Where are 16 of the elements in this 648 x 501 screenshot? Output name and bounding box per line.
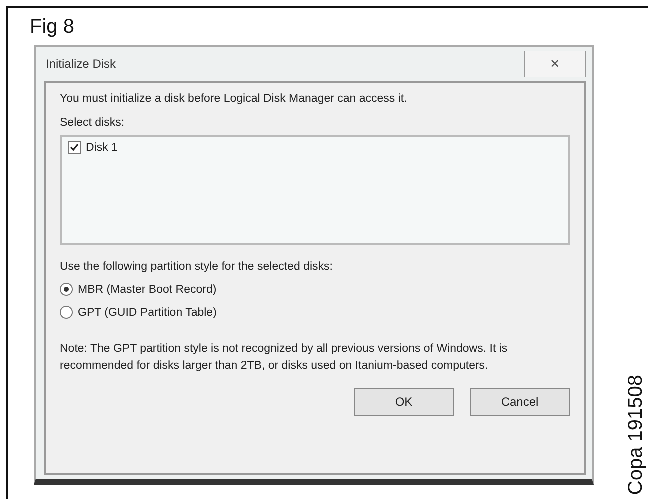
window-title: Initialize Disk [46,57,116,71]
ok-button[interactable]: OK [354,388,454,416]
disk-label: Disk 1 [86,142,118,154]
checkbox[interactable] [68,141,81,154]
note-text: Note: The GPT partition style is not recognized by all previous versions of Windows. It is recommended for disks larger than 2TB, or disks used on Itanium-based computers. [60,342,509,374]
partition-style-label: Use the following partition style for the selected disks: [60,261,334,273]
cancel-button[interactable]: Cancel [470,388,570,416]
radio-label: GPT (GUID Partition Table) [78,306,217,318]
radio-button[interactable] [60,283,73,296]
figure-caption: Fig 8 [30,16,76,39]
radio-button[interactable] [60,306,73,319]
select-label: Select disks: [60,117,126,129]
radio-label: MBR (Master Boot Record) [78,284,217,296]
close-button[interactable]: ✕ [524,51,586,77]
figure-code: Copa 191508 [625,374,648,495]
message-text: You must initialize a disk before Logical Disk Manager can access it. [60,93,408,105]
